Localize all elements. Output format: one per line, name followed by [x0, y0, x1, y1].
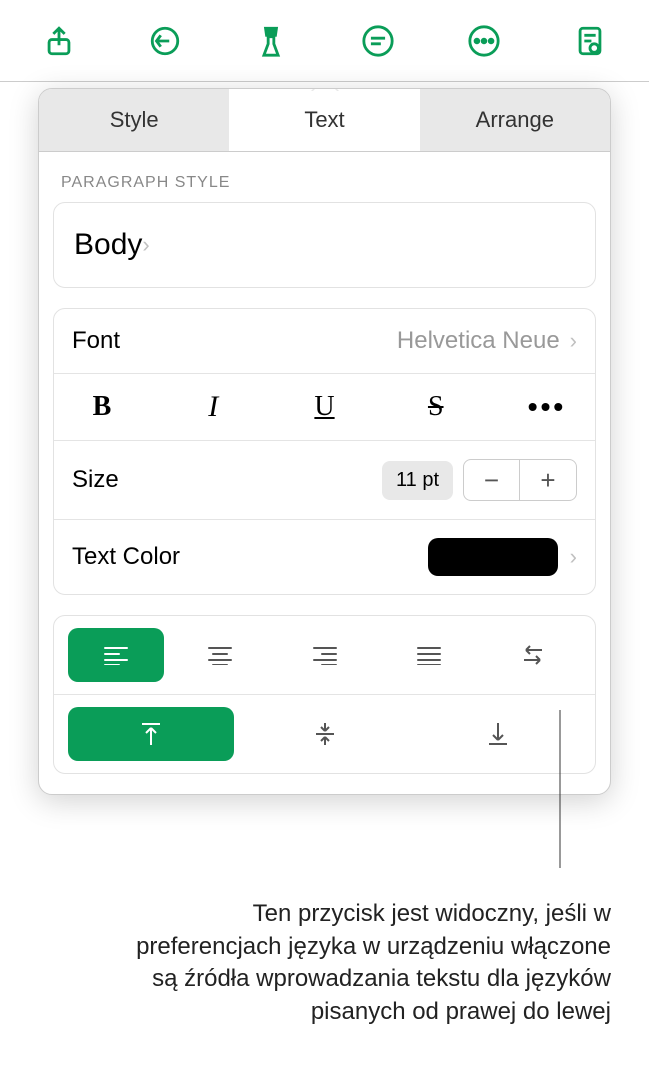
align-center-button[interactable] [172, 628, 268, 682]
tab-text[interactable]: Text [229, 89, 419, 151]
size-decrease-button[interactable]: − [464, 460, 520, 500]
bold-button[interactable]: B [72, 391, 132, 423]
size-stepper: − + [463, 459, 577, 501]
caption-text: Ten przycisk jest widoczny, jeśli w pref… [111, 898, 611, 1028]
callout-leader [540, 710, 580, 880]
paragraph-style-name: Body [74, 228, 142, 262]
more-font-options-button[interactable]: ••• [517, 391, 577, 423]
align-justify-button[interactable] [381, 628, 477, 682]
font-row[interactable]: Font Helvetica Neue › [54, 309, 595, 374]
format-button[interactable] [222, 15, 320, 67]
size-row: Size 11 pt − + [54, 441, 595, 520]
undo-button[interactable] [116, 15, 214, 67]
popover-arrow [311, 88, 339, 91]
share-button[interactable] [10, 15, 108, 67]
chevron-right-icon: › [570, 328, 577, 354]
alignment-card [53, 615, 596, 774]
top-toolbar [0, 0, 649, 82]
text-color-label: Text Color [72, 543, 428, 571]
text-color-row[interactable]: Text Color › [54, 520, 595, 594]
size-label: Size [72, 466, 372, 494]
tab-style[interactable]: Style [39, 89, 229, 151]
paragraph-style-row[interactable]: Body › [54, 203, 595, 287]
size-value[interactable]: 11 pt [382, 461, 453, 500]
text-color-swatch[interactable] [428, 538, 558, 576]
font-card: Font Helvetica Neue › B I U S ••• Size 1… [53, 308, 596, 595]
italic-button[interactable]: I [183, 390, 243, 424]
font-value: Helvetica Neue [397, 327, 560, 355]
font-label: Font [72, 327, 397, 355]
format-tabs: Style Text Arrange [39, 89, 610, 152]
align-left-button[interactable] [68, 628, 164, 682]
chevron-right-icon: › [570, 544, 577, 570]
valign-middle-button[interactable] [242, 707, 408, 761]
text-direction-button[interactable] [485, 628, 581, 682]
document-view-button[interactable] [541, 15, 639, 67]
chevron-right-icon: › [142, 232, 149, 258]
valign-top-button[interactable] [68, 707, 234, 761]
font-style-row: B I U S ••• [54, 374, 595, 441]
paragraph-style-header: Paragraph Style [39, 152, 610, 202]
paragraph-style-card: Body › [53, 202, 596, 288]
horizontal-align-row [54, 616, 595, 695]
tab-arrange[interactable]: Arrange [420, 89, 610, 151]
comment-button[interactable] [329, 15, 427, 67]
strikethrough-button[interactable]: S [406, 391, 466, 423]
more-button[interactable] [435, 15, 533, 67]
format-popover: Style Text Arrange Paragraph Style Body … [38, 88, 611, 795]
vertical-align-row [54, 695, 595, 773]
size-increase-button[interactable]: + [520, 460, 576, 500]
underline-button[interactable]: U [295, 391, 355, 423]
align-right-button[interactable] [276, 628, 372, 682]
